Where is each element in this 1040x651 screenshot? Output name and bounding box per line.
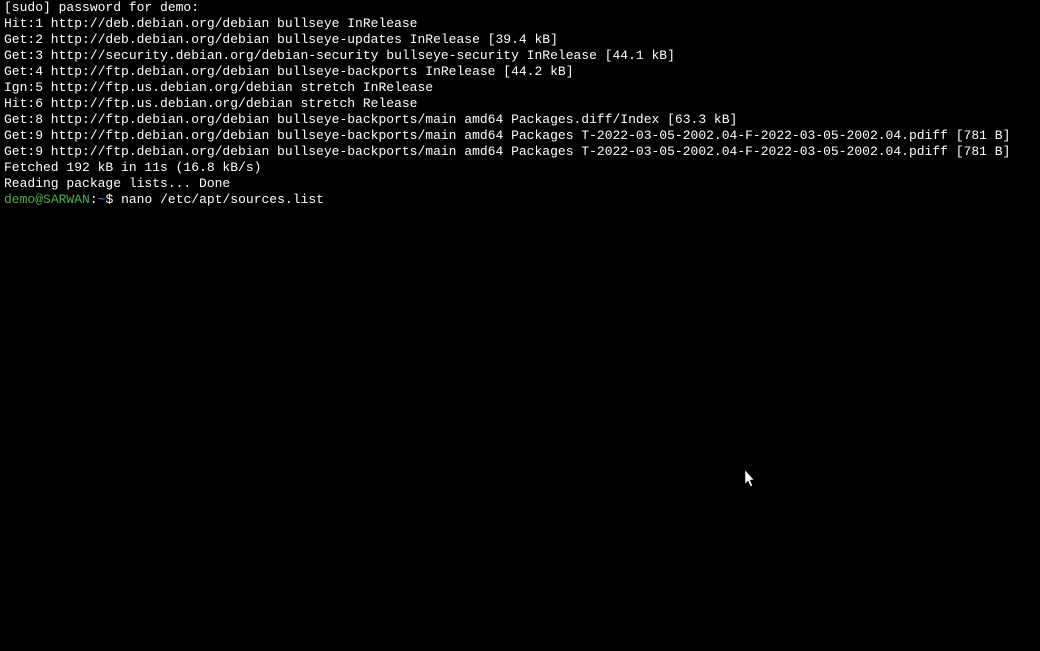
output-line: Get:4 http://ftp.debian.org/debian bulls… bbox=[4, 64, 1036, 80]
output-line: Reading package lists... Done bbox=[4, 176, 1036, 192]
prompt-colon: : bbox=[90, 192, 98, 207]
prompt-user: demo bbox=[4, 192, 35, 207]
prompt-at: @ bbox=[35, 192, 43, 207]
output-line: Fetched 192 kB in 11s (16.8 kB/s) bbox=[4, 160, 1036, 176]
cursor-icon bbox=[745, 470, 757, 488]
output-line: Get:2 http://deb.debian.org/debian bulls… bbox=[4, 32, 1036, 48]
prompt-host: SARWAN bbox=[43, 192, 90, 207]
output-line: Ign:5 http://ftp.us.debian.org/debian st… bbox=[4, 80, 1036, 96]
output-line: Get:9 http://ftp.debian.org/debian bulls… bbox=[4, 144, 1036, 160]
output-line: Hit:6 http://ftp.us.debian.org/debian st… bbox=[4, 96, 1036, 112]
output-line: Hit:1 http://deb.debian.org/debian bulls… bbox=[4, 16, 1036, 32]
output-line: Get:8 http://ftp.debian.org/debian bulls… bbox=[4, 112, 1036, 128]
prompt-line[interactable]: demo@SARWAN:~$ nano /etc/apt/sources.lis… bbox=[4, 192, 1036, 208]
output-line: Get:9 http://ftp.debian.org/debian bulls… bbox=[4, 128, 1036, 144]
command-input[interactable]: nano /etc/apt/sources.list bbox=[113, 192, 324, 207]
terminal-output[interactable]: [sudo] password for demo: Hit:1 http://d… bbox=[4, 0, 1036, 208]
output-line: [sudo] password for demo: bbox=[4, 0, 1036, 16]
output-line: Get:3 http://security.debian.org/debian-… bbox=[4, 48, 1036, 64]
